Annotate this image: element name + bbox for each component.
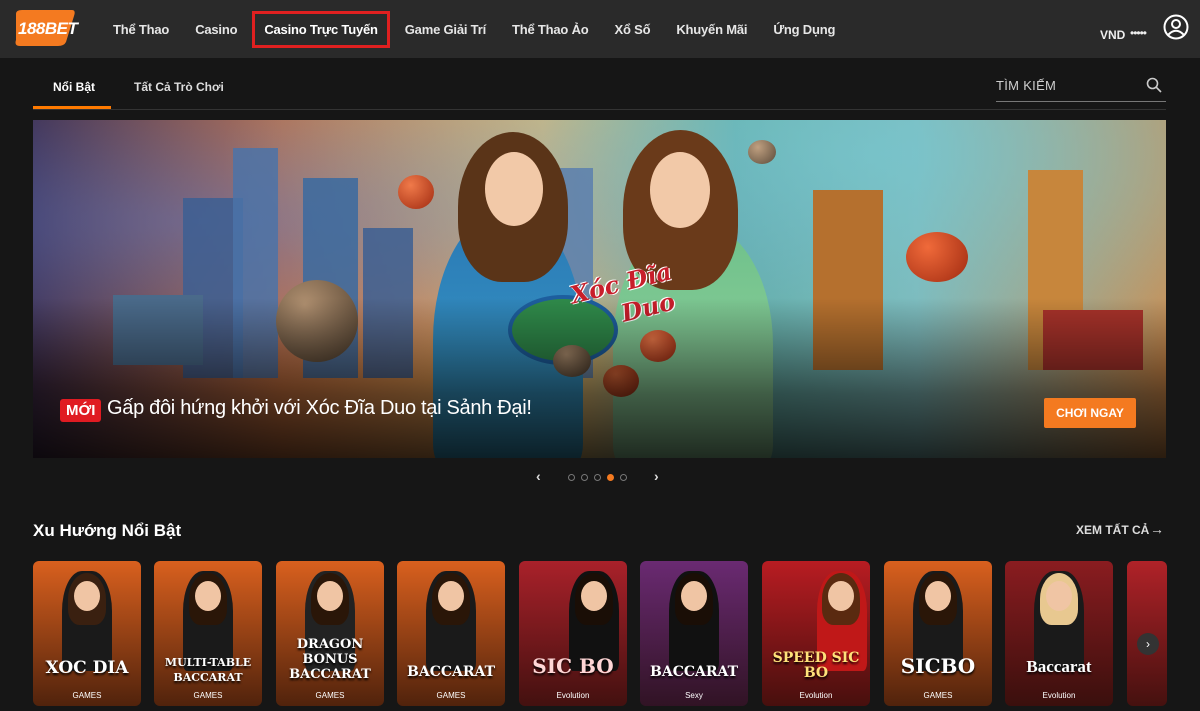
game-card-provider: GAMES bbox=[923, 691, 953, 700]
nav-item-promotions[interactable]: Khuyến Mãi bbox=[663, 22, 760, 37]
game-card-provider: Evolution bbox=[1042, 691, 1076, 700]
nav-item-app[interactable]: Ứng Dụng bbox=[760, 22, 848, 37]
game-card[interactable]: DRAGON BONUS BACCARAT GAMES bbox=[276, 561, 384, 706]
arrow-right-icon[interactable]: → bbox=[1150, 521, 1164, 537]
game-stone bbox=[906, 232, 968, 282]
game-card[interactable]: Baccarat Evolution bbox=[1005, 561, 1113, 706]
game-card-title: SIC BO bbox=[532, 654, 614, 678]
card-host-face bbox=[195, 581, 221, 611]
active-tab-indicator bbox=[33, 106, 111, 109]
user-account-icon[interactable] bbox=[1163, 14, 1189, 40]
nav-item-sports[interactable]: Thể Thao bbox=[100, 22, 182, 37]
new-badge: MỚI bbox=[60, 399, 102, 422]
game-card-provider: GAMES bbox=[315, 691, 345, 700]
nav-item-casino[interactable]: Casino bbox=[182, 22, 250, 37]
game-card-title: BACCARAT bbox=[650, 664, 738, 680]
game-card-title: SPEED SIC BO bbox=[772, 650, 860, 681]
trending-section-title: Xu Hướng Nổi Bật bbox=[33, 521, 182, 540]
game-card-title: XOC DIA bbox=[45, 658, 129, 678]
search-input[interactable]: TÌM KIẾM bbox=[996, 78, 1056, 93]
game-card[interactable]: XOC DIA GAMES bbox=[33, 561, 141, 706]
game-stone bbox=[748, 140, 776, 164]
logo-number: 188 bbox=[18, 19, 45, 38]
balance-masked[interactable]: ••••• bbox=[1130, 26, 1147, 40]
game-card-provider: GAMES bbox=[72, 691, 102, 700]
see-all-link[interactable]: XEM TẤT CẢ bbox=[1076, 523, 1149, 537]
card-host-face bbox=[828, 581, 854, 611]
main-nav: Thể Thao Casino Casino Trực Tuyến Game G… bbox=[100, 0, 848, 58]
card-host-face bbox=[925, 581, 951, 611]
tab-all-games[interactable]: Tất Cả Trò Chơi bbox=[134, 80, 224, 94]
site-logo[interactable]: 188BET bbox=[14, 10, 78, 46]
chevron-right-icon[interactable]: › bbox=[1137, 633, 1159, 655]
currency-label: VND bbox=[1100, 28, 1126, 42]
carousel-dot[interactable] bbox=[581, 474, 588, 481]
search-box[interactable]: TÌM KIẾM bbox=[996, 68, 1166, 102]
game-card[interactable]: SPEED SIC BO Evolution bbox=[762, 561, 870, 706]
nav-item-virtual-sports[interactable]: Thể Thao Ảo bbox=[499, 22, 602, 37]
card-host-face bbox=[581, 581, 607, 611]
sub-tab-bar: Nổi Bật Tất Cả Trò Chơi TÌM KIẾM bbox=[33, 68, 1166, 110]
host-left-face bbox=[485, 152, 543, 226]
card-host-face bbox=[438, 581, 464, 611]
search-icon[interactable] bbox=[1146, 77, 1162, 93]
carousel-dot-active[interactable] bbox=[607, 474, 614, 481]
game-card-title: BACCARAT bbox=[407, 664, 495, 680]
game-card-title: Baccarat bbox=[1026, 657, 1092, 676]
game-card[interactable]: SIC BO Evolution bbox=[519, 561, 627, 706]
promo-banner[interactable]: Xóc Đĩa Duo MỚI Gấp đôi hứng khởi với Xó… bbox=[33, 120, 1166, 458]
play-now-button[interactable]: CHƠI NGAY bbox=[1044, 398, 1136, 428]
card-host-face bbox=[317, 581, 343, 611]
game-card-title: SICBO bbox=[900, 654, 976, 678]
top-navigation-bar: 188BET Thể Thao Casino Casino Trực Tuyến… bbox=[0, 0, 1200, 58]
card-host-face bbox=[74, 581, 100, 611]
logo-word: BET bbox=[44, 19, 78, 38]
game-card-title: MULTI-TABLE BACCARAT bbox=[164, 656, 252, 684]
card-host-face bbox=[681, 581, 707, 611]
banner-gradient-overlay bbox=[33, 298, 1166, 458]
game-card-provider: Evolution bbox=[799, 691, 833, 700]
carousel-dots bbox=[568, 474, 633, 481]
game-card-provider: GAMES bbox=[436, 691, 466, 700]
banner-carousel-controls: ‹ › bbox=[530, 468, 670, 488]
game-card-title: DRAGON BONUS BACCARAT bbox=[289, 637, 371, 682]
nav-item-lottery[interactable]: Xổ Số bbox=[602, 22, 664, 37]
game-card[interactable]: MULTI-TABLE BACCARAT GAMES bbox=[154, 561, 262, 706]
game-card-provider: Sexy bbox=[685, 691, 703, 700]
card-host-face bbox=[1046, 581, 1072, 611]
carousel-next-icon[interactable]: › bbox=[654, 468, 659, 484]
game-card[interactable]: BACCARAT GAMES bbox=[397, 561, 505, 706]
carousel-prev-icon[interactable]: ‹ bbox=[536, 468, 541, 484]
game-card[interactable]: SICBO GAMES bbox=[884, 561, 992, 706]
game-card-provider: Evolution bbox=[556, 691, 590, 700]
game-stone bbox=[398, 175, 434, 209]
carousel-dot[interactable] bbox=[620, 474, 627, 481]
game-card-provider: GAMES bbox=[193, 691, 223, 700]
nav-item-live-casino[interactable]: Casino Trực Tuyến bbox=[252, 10, 390, 48]
game-card[interactable]: BACCARAT Sexy bbox=[640, 561, 748, 706]
logo-text: 188BET bbox=[18, 19, 78, 39]
nav-item-games[interactable]: Game Giải Trí bbox=[392, 22, 499, 37]
carousel-dot[interactable] bbox=[568, 474, 575, 481]
promo-headline: Gấp đôi hứng khởi với Xóc Đĩa Duo tại Sả… bbox=[107, 397, 532, 419]
host-right-face bbox=[650, 152, 710, 228]
carousel-dot[interactable] bbox=[594, 474, 601, 481]
trending-games-row: XOC DIA GAMES MULTI-TABLE BACCARAT GAMES… bbox=[33, 561, 1200, 711]
tab-featured[interactable]: Nổi Bật bbox=[53, 80, 95, 94]
